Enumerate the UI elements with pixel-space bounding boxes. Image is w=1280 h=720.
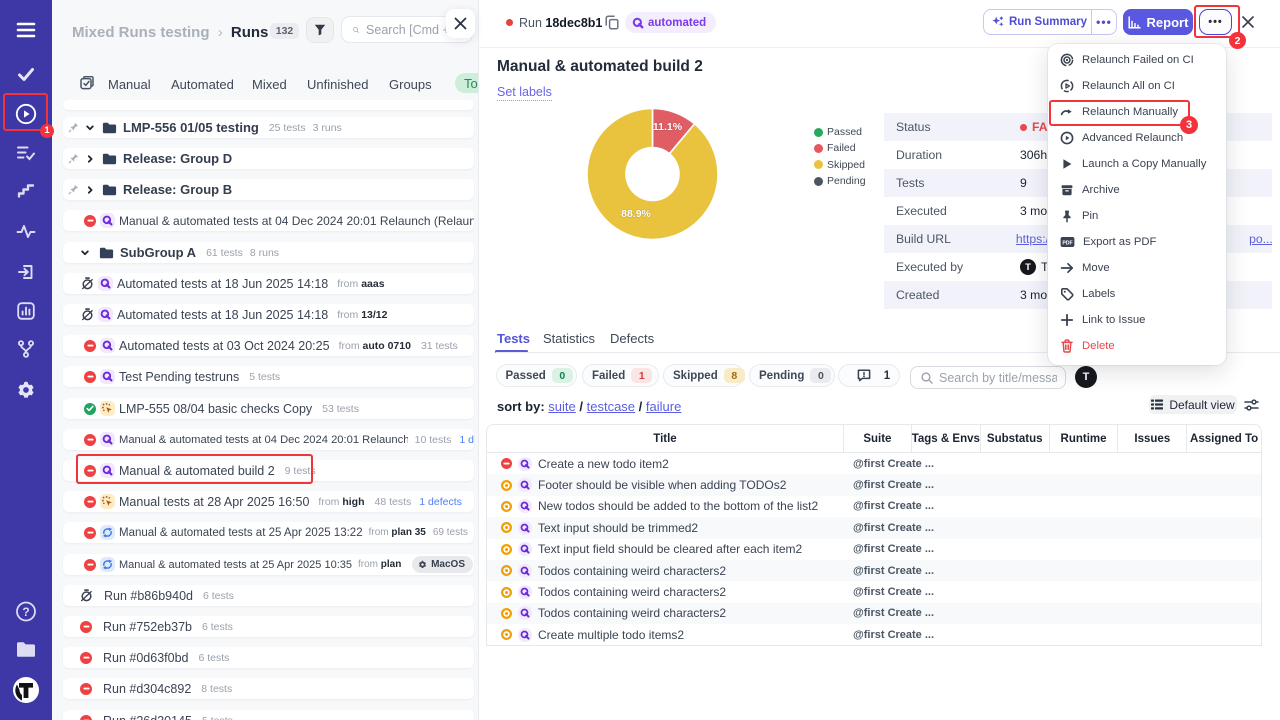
svg-text:PDF: PDF <box>1062 241 1072 247</box>
svg-text:88.9%: 88.9% <box>621 208 651 220</box>
svg-text:?: ? <box>22 605 29 619</box>
svg-text:11.1%: 11.1% <box>653 121 683 133</box>
